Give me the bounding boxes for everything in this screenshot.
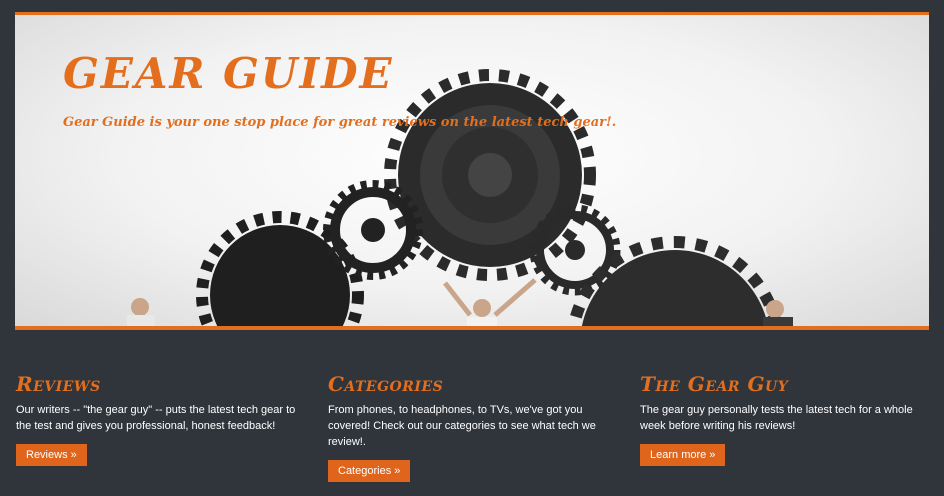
reviews-heading: Reviews <box>16 372 101 396</box>
categories-column: Categories From phones, to headphones, t… <box>328 372 618 482</box>
reviews-column: Reviews Our writers -- "the gear guy" --… <box>16 372 306 466</box>
gear-guy-heading: The Gear Guy <box>640 372 789 396</box>
gear-guy-text: The gear guy personally tests the latest… <box>640 404 913 432</box>
reviews-text: Our writers -- "the gear guy" -- puts th… <box>16 404 296 432</box>
gear-guy-column: The Gear Guy The gear guy personally tes… <box>640 372 930 466</box>
ring-gear <box>323 180 423 280</box>
hero-banner: Gear Guide Gear Guide is your one stop p… <box>15 12 929 330</box>
categories-heading: Categories <box>328 372 444 396</box>
learn-more-button[interactable]: Learn more » <box>640 444 726 466</box>
reviews-button[interactable]: Reviews » <box>16 444 87 466</box>
hero-title: Gear Guide <box>63 49 394 98</box>
hero-tagline: Gear Guide is your one stop place for gr… <box>63 115 617 130</box>
person-center <box>443 278 537 326</box>
bottom-right-gear <box>567 236 783 326</box>
categories-button[interactable]: Categories » <box>328 460 411 482</box>
person-left <box>127 298 155 326</box>
categories-text: From phones, to headphones, to TVs, we'v… <box>328 404 596 448</box>
